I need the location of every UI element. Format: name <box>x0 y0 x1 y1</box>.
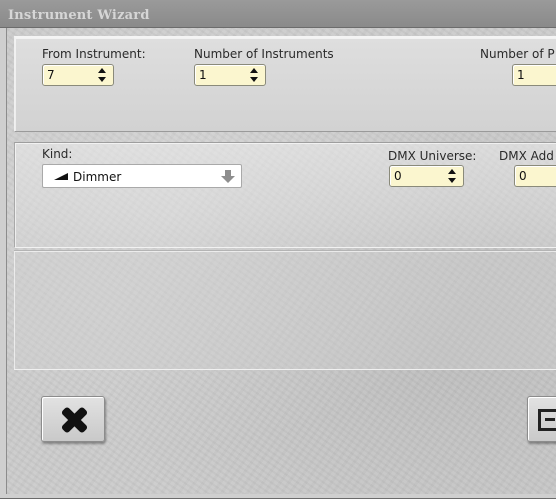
number-of-instruments-value: 1 <box>199 68 207 82</box>
cancel-button[interactable] <box>41 396 105 442</box>
dmx-address-spinbox[interactable]: 0 <box>514 165 556 187</box>
kind-dropdown[interactable]: Dimmer <box>42 164 242 188</box>
kind-label: Kind: <box>42 147 73 161</box>
dmx-universe-spinbox[interactable]: 0 <box>389 165 464 187</box>
dmx-address-value: 0 <box>519 169 527 183</box>
dmx-address-label: DMX Add <box>499 149 554 163</box>
window-title: Instrument Wizard <box>8 8 150 23</box>
dropdown-arrow-icon[interactable] <box>221 170 235 184</box>
number-of-parts-value: 1 <box>517 68 525 82</box>
number-of-instruments-spinbox[interactable]: 1 <box>194 64 266 86</box>
dimmer-ramp-icon <box>54 173 68 180</box>
spinner-arrows-icon[interactable] <box>447 168 457 184</box>
empty-panel <box>14 250 556 370</box>
from-instrument-spinbox[interactable]: 7 <box>42 64 114 86</box>
confirm-button[interactable] <box>527 396 556 442</box>
number-of-parts-label: Number of P <box>480 47 555 61</box>
from-instrument-label: From Instrument: <box>42 47 146 61</box>
confirm-icon <box>538 409 556 431</box>
dmx-universe-value: 0 <box>394 169 402 183</box>
title-bar[interactable]: Instrument Wizard <box>0 0 556 28</box>
dmx-universe-label: DMX Universe: <box>388 149 477 163</box>
number-of-parts-spinbox[interactable]: 1 <box>512 64 556 86</box>
kind-value: Dimmer <box>73 170 122 184</box>
spinner-arrows-icon[interactable] <box>97 67 107 83</box>
number-of-instruments-label: Number of Instruments <box>194 47 334 61</box>
from-instrument-value: 7 <box>47 68 55 82</box>
spinner-arrows-icon[interactable] <box>249 67 259 83</box>
close-icon <box>58 405 90 435</box>
instrument-wizard-window: Instrument Wizard From Instrument: 7 Num… <box>0 0 556 499</box>
